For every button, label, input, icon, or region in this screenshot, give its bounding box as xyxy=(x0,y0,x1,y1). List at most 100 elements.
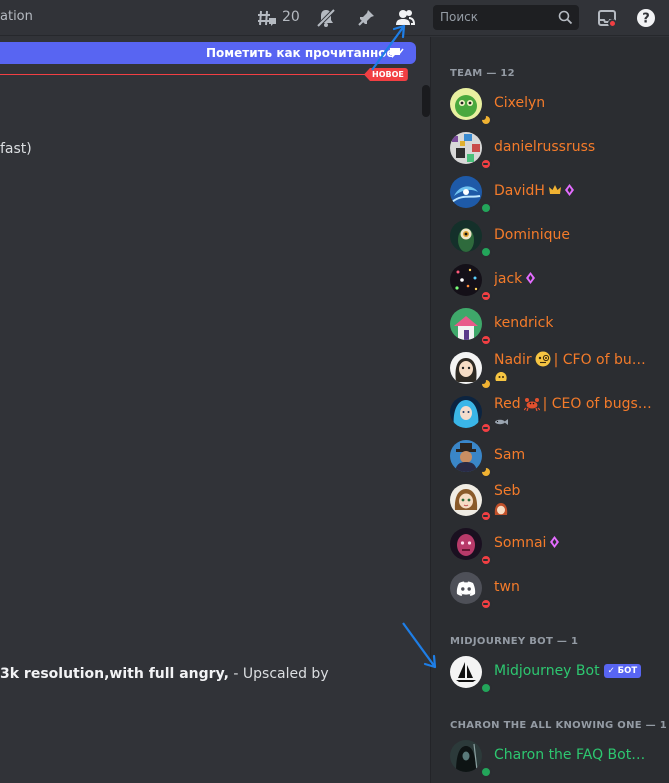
member-list: TEAM — 12 Cixelyn danielrussruss DavidH … xyxy=(430,37,669,783)
member-name: DavidH xyxy=(494,183,574,199)
avatar xyxy=(450,132,492,170)
member-name: Red | CEO of bugs… xyxy=(494,395,652,412)
message-fragment: fast) xyxy=(0,141,32,157)
member-danielrussruss[interactable]: danielrussruss xyxy=(442,128,662,170)
status-dnd-indicator xyxy=(480,510,492,522)
member-charon-faq-bot[interactable]: Charon the FAQ Bot БОТ xyxy=(442,736,662,778)
new-messages-divider xyxy=(0,74,404,75)
annotation-arrow-icon xyxy=(402,622,437,669)
member-name-text: jack xyxy=(494,271,523,287)
status-dnd-indicator xyxy=(480,554,492,566)
status-dnd-indicator xyxy=(480,158,492,170)
avatar xyxy=(450,440,492,478)
chat-scrollbar[interactable] xyxy=(422,85,430,117)
member-name: Sam xyxy=(494,447,526,463)
member-jack[interactable]: jack xyxy=(442,260,662,302)
member-seb[interactable]: Seb xyxy=(442,480,662,522)
chat-area: Пометить как прочитанное НОВОЕ fast) 3k … xyxy=(0,37,430,783)
status-online-indicator xyxy=(480,202,492,214)
status-online-indicator xyxy=(480,766,492,778)
avatar xyxy=(450,572,492,610)
member-name: danielrussruss xyxy=(494,139,596,155)
section-header-charon: CHARON THE ALL KNOWING ONE — 1 xyxy=(450,720,668,731)
crab-emoji xyxy=(523,398,540,411)
fish-emoji xyxy=(495,419,508,425)
annotation-arrow-icon xyxy=(371,24,406,71)
message-fragment-bold: 3k resolution,with full angry, xyxy=(0,666,229,682)
channel-header: ation 20 Поиск ? xyxy=(0,0,669,36)
member-name-text: Red xyxy=(494,396,521,412)
notifications-muted-icon[interactable] xyxy=(315,7,337,29)
mark-as-read-bar[interactable]: Пометить как прочитанное xyxy=(0,42,416,64)
avatar xyxy=(450,740,492,778)
avatar xyxy=(450,176,492,214)
member-midjourney-bot[interactable]: Midjourney Bot ✓ БОТ xyxy=(442,652,662,694)
nitro-gem-icon xyxy=(550,536,560,548)
avatar xyxy=(450,88,492,126)
nitro-gem-icon xyxy=(564,184,574,196)
member-name-text: DavidH xyxy=(494,183,545,199)
avatar xyxy=(450,484,492,522)
member-name: Nadir | CFO of bu… xyxy=(494,351,646,368)
status-online-indicator xyxy=(480,246,492,258)
status-idle-indicator xyxy=(480,114,492,126)
member-dominique[interactable]: Dominique xyxy=(442,216,662,258)
section-header-midjourney-bot: MIDJOURNEY BOT — 1 xyxy=(450,636,579,647)
svg-text:?: ? xyxy=(642,12,650,27)
member-name-text: Midjourney Bot xyxy=(494,663,600,679)
message-fragment-rest: - Upscaled by xyxy=(228,666,329,682)
girl-emoji xyxy=(494,503,508,515)
channel-title: ation xyxy=(0,9,33,24)
yellow-blob-emoji xyxy=(495,372,507,381)
inbox-unread-dot xyxy=(608,19,617,28)
member-name: Dominique xyxy=(494,227,571,243)
status-online-indicator xyxy=(480,682,492,694)
avatar xyxy=(450,528,492,566)
section-header-team: TEAM — 12 xyxy=(450,68,515,79)
verified-bot-tag: ✓ БОТ xyxy=(603,664,642,678)
member-sam[interactable]: Sam xyxy=(442,436,662,478)
search-input[interactable]: Поиск xyxy=(433,5,579,30)
member-somnai[interactable]: Somnai xyxy=(442,524,662,566)
server-owner-crown-icon xyxy=(548,185,561,194)
member-name: Charon the FAQ Bot БОТ xyxy=(494,747,660,763)
status-dnd-indicator xyxy=(480,422,492,434)
status-dnd-indicator xyxy=(480,598,492,610)
member-name: Seb xyxy=(494,483,521,499)
member-name: kendrick xyxy=(494,315,554,331)
avatar xyxy=(450,220,492,258)
member-twn[interactable]: twn xyxy=(442,568,662,610)
threads-icon[interactable] xyxy=(256,7,278,29)
threads-count: 20 xyxy=(282,9,300,25)
avatar xyxy=(450,656,492,694)
search-icon xyxy=(558,10,573,25)
avatar xyxy=(450,264,492,302)
member-name-suffix: | CEO of bugs… xyxy=(542,396,652,412)
monocle-face-emoji xyxy=(535,351,551,367)
member-name: Midjourney Bot ✓ БОТ xyxy=(494,663,642,679)
help-icon[interactable]: ? xyxy=(635,7,657,29)
search-placeholder: Поиск xyxy=(440,10,479,24)
status-idle-indicator xyxy=(480,466,492,478)
member-name: jack xyxy=(494,271,536,287)
nitro-gem-icon xyxy=(526,272,536,284)
member-name-text: Charon the FAQ Bot xyxy=(494,747,632,763)
avatar xyxy=(450,308,492,346)
avatar xyxy=(450,352,492,390)
message-fragment: 3k resolution,with full angry, - Upscale… xyxy=(0,666,329,682)
member-name-suffix: | CFO of bu… xyxy=(553,352,646,368)
status-dnd-indicator xyxy=(480,290,492,302)
status-dnd-indicator xyxy=(480,334,492,346)
member-cixelyn[interactable]: Cixelyn xyxy=(442,84,662,126)
member-name: Cixelyn xyxy=(494,95,546,111)
avatar xyxy=(450,396,492,434)
member-name-text: Nadir xyxy=(494,352,532,368)
member-kendrick[interactable]: kendrick xyxy=(442,304,662,346)
member-name: Somnai xyxy=(494,535,560,551)
member-davidh[interactable]: DavidH xyxy=(442,172,662,214)
member-name-text: Somnai xyxy=(494,535,547,551)
member-nadir[interactable]: Nadir | CFO of bu… xyxy=(442,348,662,390)
status-idle-indicator xyxy=(480,378,492,390)
member-red[interactable]: Red | CEO of bugs… xyxy=(442,392,662,434)
member-name: twn xyxy=(494,579,520,595)
